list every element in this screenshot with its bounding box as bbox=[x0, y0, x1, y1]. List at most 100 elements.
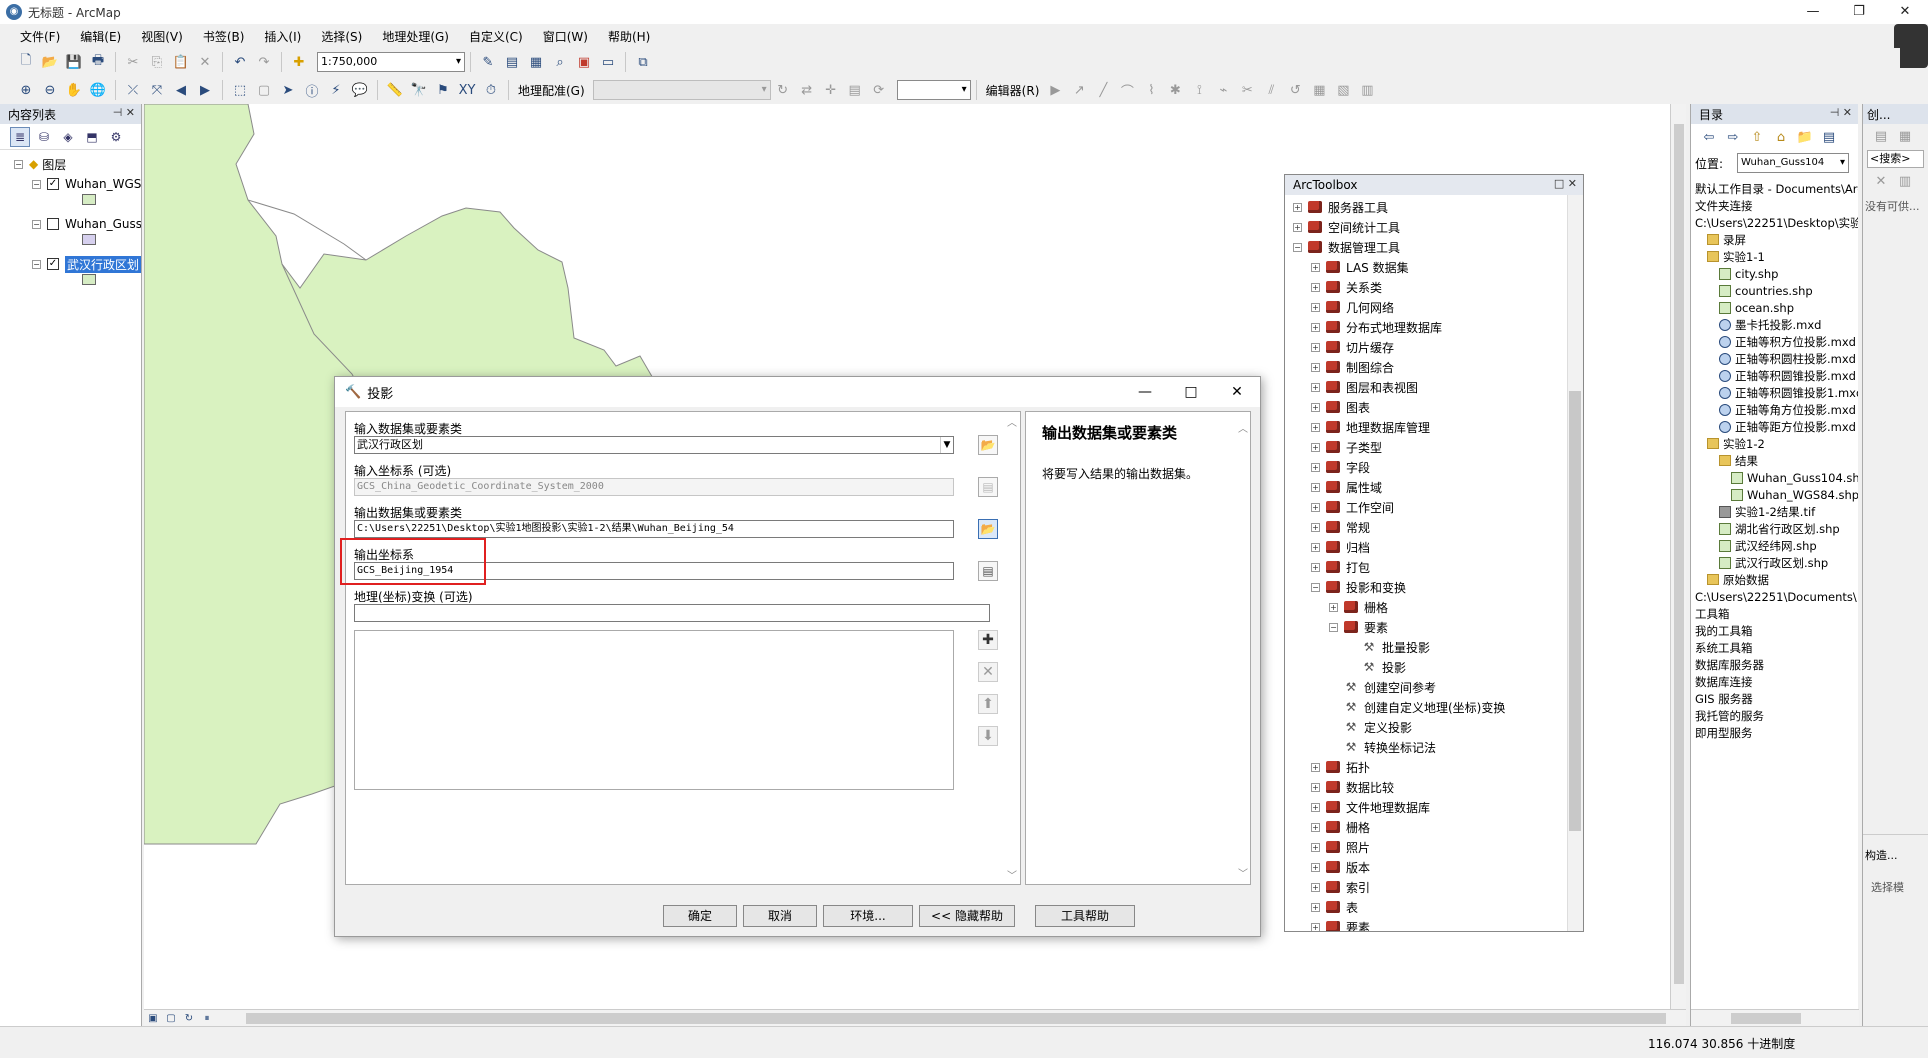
toolbox-toolset-item[interactable]: + 分布式地理数据库 bbox=[1293, 317, 1583, 337]
toolbox-toolset-item[interactable]: + 索引 bbox=[1293, 877, 1583, 897]
expand-icon[interactable]: + bbox=[1311, 802, 1320, 812]
clear-selection-icon[interactable]: ▢ bbox=[254, 80, 274, 100]
forward-extent-icon[interactable]: ▶ bbox=[195, 80, 215, 100]
toolbox-toolset-item[interactable]: + 子类型 bbox=[1293, 437, 1583, 457]
paste-icon[interactable]: 📋 bbox=[171, 52, 191, 72]
catalog-window-icon[interactable]: ▦ bbox=[526, 52, 546, 72]
layer-visibility-checkbox[interactable] bbox=[47, 218, 59, 230]
catalog-tree-item[interactable]: 墨卡托投影.mxd bbox=[1695, 316, 1858, 333]
expand-icon[interactable]: + bbox=[1311, 822, 1320, 832]
transform-field[interactable] bbox=[354, 604, 990, 622]
expand-icon[interactable]: + bbox=[1311, 302, 1320, 312]
expand-icon[interactable]: + bbox=[1311, 502, 1320, 512]
toolbox-toolset-item[interactable]: + 制图综合 bbox=[1293, 357, 1583, 377]
list-by-source-icon[interactable]: ⛁ bbox=[34, 127, 54, 147]
expand-icon[interactable]: + bbox=[1311, 322, 1320, 332]
new-document-icon[interactable]: 🗋 bbox=[16, 52, 36, 72]
expand-icon[interactable]: + bbox=[1293, 202, 1302, 212]
catalog-tree-item[interactable]: countries.shp bbox=[1695, 282, 1858, 299]
toolbox-toolset-item[interactable]: − 投影和变换 bbox=[1293, 577, 1583, 597]
expand-icon[interactable]: + bbox=[1311, 402, 1320, 412]
toolbox-toolset-item[interactable]: + 工作空间 bbox=[1293, 497, 1583, 517]
catalog-tree-item[interactable]: 即用型服务 bbox=[1695, 724, 1858, 741]
parameters-scrollbar[interactable]: ︿ ﹀ bbox=[1006, 414, 1018, 882]
toolbox-toolset-item[interactable]: + 表 bbox=[1293, 897, 1583, 917]
toolbox-toolset-item[interactable]: − 要素 bbox=[1293, 617, 1583, 637]
catalog-tree-item[interactable]: 正轴等积方位投影.mxd bbox=[1695, 333, 1858, 350]
pan-icon[interactable]: ✋ bbox=[64, 80, 84, 100]
layer-symbol-swatch[interactable] bbox=[82, 274, 96, 285]
expand-icon[interactable]: + bbox=[1311, 902, 1320, 912]
expand-icon[interactable]: + bbox=[1311, 522, 1320, 532]
menu-selection[interactable]: 选择(S) bbox=[311, 28, 372, 45]
template-properties-icon[interactable]: ▦ bbox=[1895, 126, 1915, 146]
toolbox-tool-item[interactable]: ⚒ 创建空间参考 bbox=[1293, 677, 1583, 697]
toolbox-toolset-item[interactable]: + 栅格 bbox=[1293, 597, 1583, 617]
layout-view-icon[interactable]: ▢ bbox=[164, 1011, 178, 1025]
zoom-out-icon[interactable]: ⊖ bbox=[40, 80, 60, 100]
search-options-icon[interactable]: ▥ bbox=[1895, 171, 1915, 191]
forward-arrow-icon[interactable]: ⇨ bbox=[1723, 127, 1743, 147]
toc-layer-row[interactable]: − ✓ 武汉行政区划 bbox=[14, 254, 141, 274]
input-dataset-select[interactable]: 武汉行政区划 bbox=[354, 436, 954, 454]
collapse-icon[interactable]: − bbox=[32, 219, 41, 229]
catalog-tree-item[interactable]: 正轴等距方位投影.mxd bbox=[1695, 418, 1858, 435]
menu-bookmarks[interactable]: 书签(B) bbox=[193, 28, 255, 45]
dialog-close-button[interactable]: ✕ bbox=[1214, 377, 1260, 407]
catalog-tree-item[interactable]: 录屏 bbox=[1695, 231, 1858, 248]
expand-icon[interactable]: + bbox=[1311, 862, 1320, 872]
redo-icon[interactable]: ↷ bbox=[254, 52, 274, 72]
find-icon[interactable]: 🔭 bbox=[409, 80, 429, 100]
expand-icon[interactable]: + bbox=[1311, 762, 1320, 772]
scroll-thumb[interactable] bbox=[1674, 124, 1684, 984]
chevron-down-icon[interactable]: ﹀ bbox=[1238, 865, 1248, 880]
menu-windows[interactable]: 窗口(W) bbox=[533, 28, 598, 45]
georef-input-field[interactable] bbox=[896, 80, 971, 100]
toolbox-toolset-item[interactable]: + 图表 bbox=[1293, 397, 1583, 417]
catalog-tree-item[interactable]: 工具箱 bbox=[1695, 605, 1858, 622]
select-features-icon[interactable]: ⬚ bbox=[230, 80, 250, 100]
tool-help-button[interactable]: 工具帮助 bbox=[1035, 905, 1135, 927]
toolbox-toolset-item[interactable]: + 栅格 bbox=[1293, 817, 1583, 837]
add-data-icon[interactable]: ✚ bbox=[289, 52, 309, 72]
ok-button[interactable]: 确定 bbox=[663, 905, 737, 927]
layer-symbol-swatch[interactable] bbox=[82, 234, 96, 245]
expand-icon[interactable]: + bbox=[1311, 362, 1320, 372]
expand-icon[interactable]: + bbox=[1311, 562, 1320, 572]
chevron-down-icon[interactable]: ﹀ bbox=[1006, 867, 1018, 882]
catalog-tree-item[interactable]: 正轴等角方位投影.mxd bbox=[1695, 401, 1858, 418]
catalog-tree-item[interactable]: 原始数据 bbox=[1695, 571, 1858, 588]
delete-icon[interactable]: ✕ bbox=[195, 52, 215, 72]
menu-help[interactable]: 帮助(H) bbox=[598, 28, 660, 45]
toolbox-toolset-item[interactable]: + 归档 bbox=[1293, 537, 1583, 557]
dialog-maximize-button[interactable]: □ bbox=[1168, 377, 1214, 407]
catalog-tree-item[interactable]: 武汉经纬网.shp bbox=[1695, 537, 1858, 554]
cancel-button[interactable]: 取消 bbox=[743, 905, 817, 927]
expand-icon[interactable]: + bbox=[1311, 442, 1320, 452]
toolbox-toolset-item[interactable]: + 常规 bbox=[1293, 517, 1583, 537]
toc-layer-row[interactable]: −✓ Wuhan_WGS84 bbox=[14, 174, 141, 194]
collapse-icon[interactable]: − bbox=[14, 159, 23, 169]
output-dataset-field[interactable]: C:\Users\22251\Desktop\实验1地图投影\实验1-2\结果\… bbox=[354, 520, 954, 538]
toolbox-tool-item[interactable]: ⚒ 创建自定义地理(坐标)变换 bbox=[1293, 697, 1583, 717]
collapse-icon[interactable]: − bbox=[32, 259, 41, 269]
environments-button[interactable]: 环境... bbox=[823, 905, 913, 927]
expand-icon[interactable]: + bbox=[1311, 342, 1320, 352]
layer-visibility-checkbox[interactable]: ✓ bbox=[47, 258, 59, 270]
toolbox-toolset-item[interactable]: + 属性域 bbox=[1293, 477, 1583, 497]
list-by-visibility-icon[interactable]: ◈ bbox=[58, 127, 78, 147]
expand-icon[interactable]: + bbox=[1311, 382, 1320, 392]
back-extent-icon[interactable]: ◀ bbox=[171, 80, 191, 100]
toolbox-toolset-item[interactable]: + 版本 bbox=[1293, 857, 1583, 877]
up-folder-icon[interactable]: ⇧ bbox=[1747, 127, 1767, 147]
catalog-tree-item[interactable]: Wuhan_WGS84.shp bbox=[1695, 486, 1858, 503]
toolbox-toolset-item[interactable]: + 图层和表视图 bbox=[1293, 377, 1583, 397]
toolbox-toolset-item[interactable]: + 照片 bbox=[1293, 837, 1583, 857]
select-elements-icon[interactable]: ➤ bbox=[278, 80, 298, 100]
arctoolbox-icon[interactable]: ▣ bbox=[574, 52, 594, 72]
hide-help-button[interactable]: << 隐藏帮助 bbox=[919, 905, 1015, 927]
chevron-up-icon[interactable]: ︿ bbox=[1006, 414, 1018, 429]
catalog-tree-item[interactable]: C:\Users\22251\Documents\ bbox=[1695, 588, 1858, 605]
toolbox-scrollbar[interactable] bbox=[1567, 195, 1583, 931]
save-icon[interactable]: 💾 bbox=[64, 52, 84, 72]
